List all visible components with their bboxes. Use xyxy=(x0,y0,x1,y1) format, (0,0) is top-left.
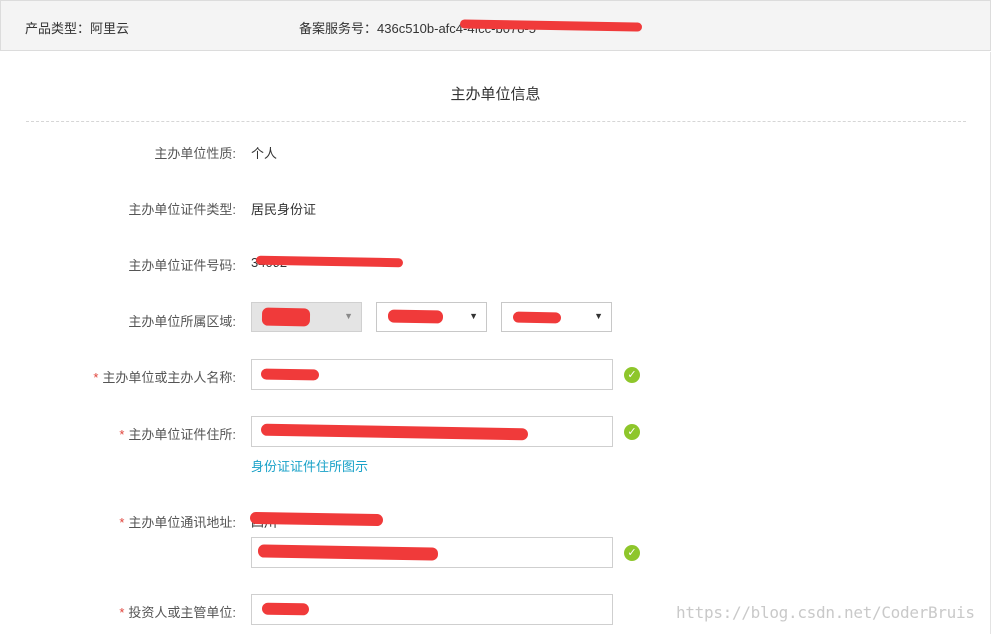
name-label: * 主办单位或主办人名称: xyxy=(93,370,236,385)
required-mark: * xyxy=(119,605,125,620)
section-divider xyxy=(26,121,966,122)
province-redaction xyxy=(261,307,311,327)
chevron-down-icon: ▼ xyxy=(594,311,603,321)
required-mark: * xyxy=(119,427,125,442)
investor-redaction xyxy=(261,602,310,616)
city-redaction xyxy=(387,309,444,324)
name-redaction xyxy=(260,368,320,381)
mail-address-prefix-redaction xyxy=(249,511,384,527)
product-type: 产品类型：阿里云 xyxy=(25,21,130,36)
region-label: 主办单位所属区域: xyxy=(128,314,236,329)
cert-address-example-link[interactable]: 身份证证件住所图示 xyxy=(251,456,368,475)
required-mark: * xyxy=(93,370,99,385)
valid-check-icon: ✓ xyxy=(624,545,640,561)
section-title: 主办单位信息 xyxy=(450,86,541,103)
nature-value: 个人 xyxy=(251,146,278,161)
cert-type-label: 主办单位证件类型: xyxy=(128,202,236,217)
mail-address-label: * 主办单位通讯地址: xyxy=(119,515,236,530)
cert-number-label: 主办单位证件号码: xyxy=(128,258,236,273)
watermark: https://blog.csdn.net/CoderBruis xyxy=(676,603,975,622)
required-mark: * xyxy=(119,515,125,530)
district-redaction xyxy=(512,311,562,324)
chevron-down-icon: ▼ xyxy=(344,311,353,321)
cert-address-label: * 主办单位证件住所: xyxy=(119,427,236,442)
cert-type-value: 居民身份证 xyxy=(251,202,317,217)
valid-check-icon: ✓ xyxy=(624,367,640,383)
valid-check-icon: ✓ xyxy=(624,424,640,440)
nature-label: 主办单位性质: xyxy=(154,146,236,161)
investor-label: * 投资人或主管单位: xyxy=(119,605,236,620)
scroll-border xyxy=(990,52,991,634)
chevron-down-icon: ▼ xyxy=(469,311,478,321)
